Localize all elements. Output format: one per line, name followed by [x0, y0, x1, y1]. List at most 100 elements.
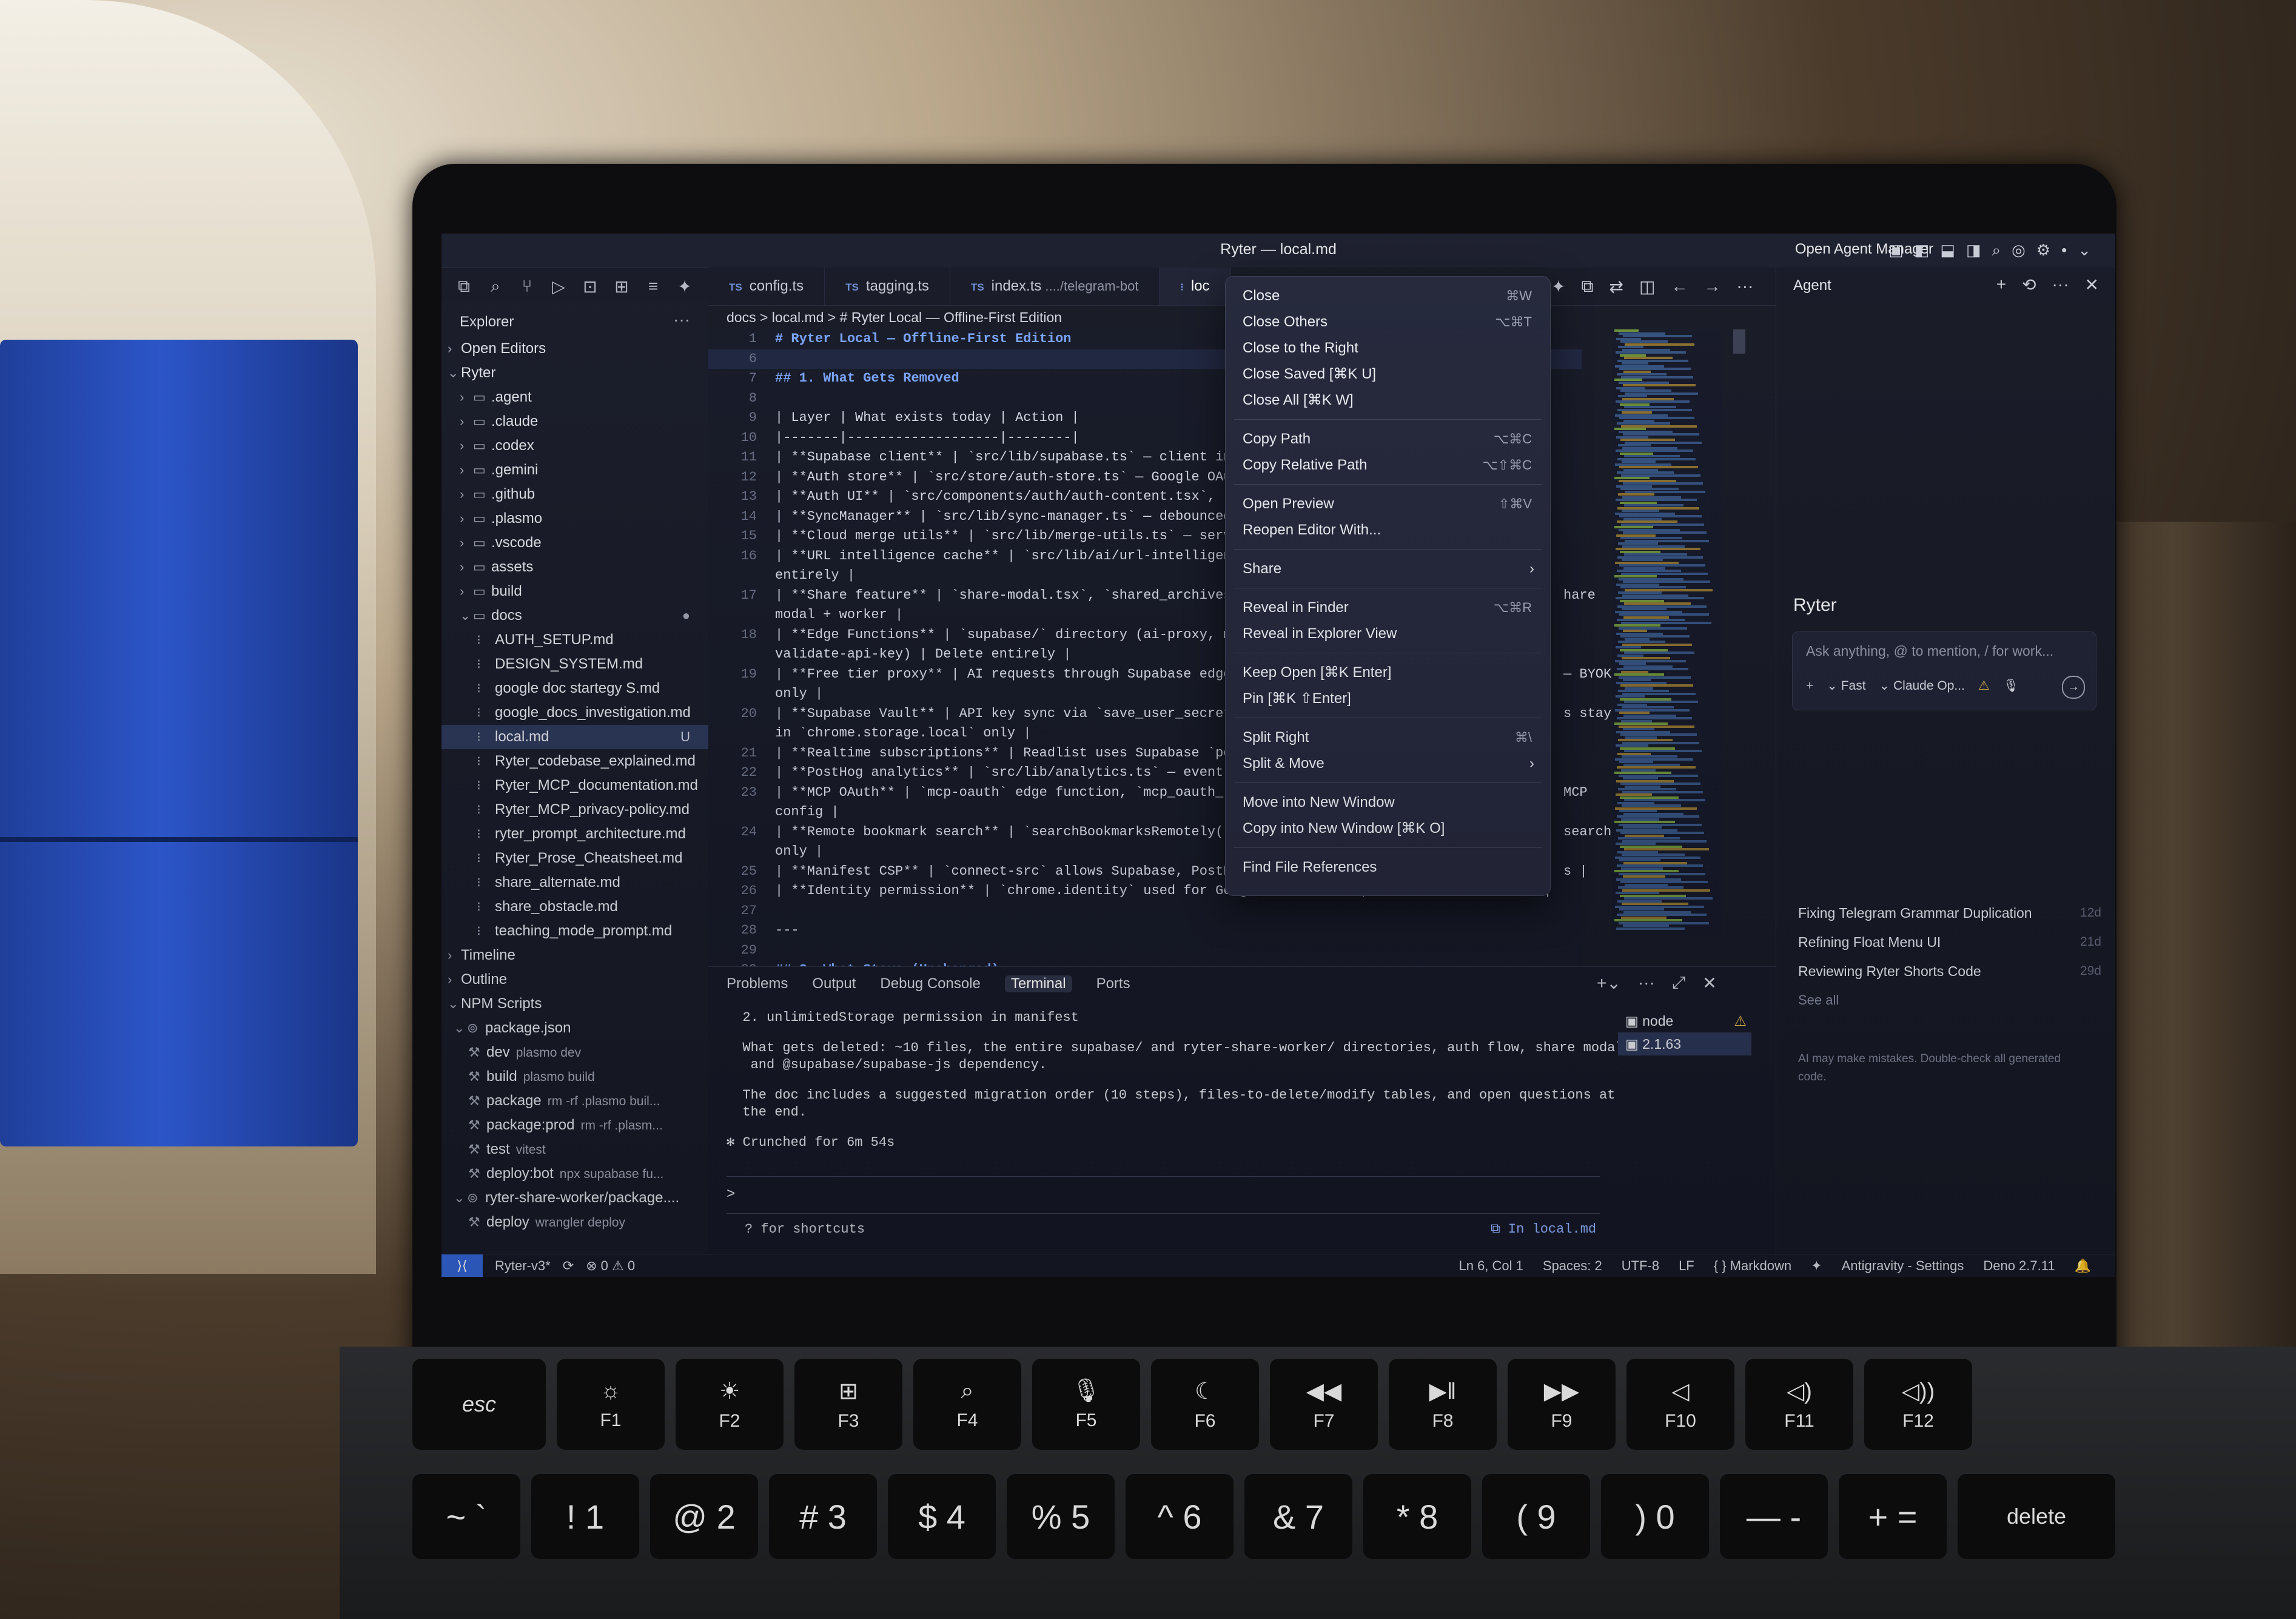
minimap[interactable] [1612, 329, 1721, 936]
file-item[interactable]: ⁝ google_docs_investigation.md [441, 701, 708, 725]
context-menu-item[interactable]: Close All [⌘K W] [1226, 387, 1550, 413]
send-button[interactable]: → [2062, 676, 2085, 699]
more-actions-icon[interactable]: ··· [673, 310, 690, 329]
run-debug-icon[interactable]: ▷ [549, 277, 568, 297]
outline-section[interactable]: › Outline [441, 968, 708, 992]
folder-item[interactable]: › ▭ assets [441, 555, 708, 579]
context-menu-item[interactable]: Pin [⌘K ⇧Enter] [1226, 685, 1550, 712]
context-menu-item[interactable]: Reveal in Explorer View [1226, 621, 1550, 647]
conversation-item[interactable]: Reviewing Ryter Shorts Code 29d [1798, 957, 2101, 986]
close-icon[interactable]: ✕ [2085, 275, 2099, 295]
editor-tab[interactable]: ⁝ loc [1160, 268, 1231, 305]
toggle-aux-bar-icon[interactable]: ◨ [1966, 241, 1981, 260]
more-icon[interactable]: ··· [1638, 973, 1655, 993]
extensions-icon[interactable]: ⊞ [613, 277, 631, 297]
layout-icon[interactable]: ▣ [1888, 241, 1904, 260]
file-item[interactable]: ⁝ local.md U [441, 725, 708, 749]
toggle-panel-icon[interactable]: ⬓ [1940, 241, 1955, 260]
context-menu-item[interactable]: Close to the Right [1226, 335, 1550, 361]
file-item[interactable]: ⁝ AUTH_SETUP.md [441, 628, 708, 652]
context-menu-item[interactable]: Reopen Editor With... [1226, 517, 1550, 543]
more-icon[interactable]: ··· [1736, 277, 1753, 296]
agent-icon[interactable]: ✦ [676, 277, 694, 297]
model-select[interactable]: ⌄ Claude Op... [1879, 678, 1965, 693]
toggle-sidebar-icon[interactable]: ◧ [1915, 241, 1930, 260]
terminal-instance[interactable]: ▣ node ⚠ [1618, 1009, 1751, 1032]
npm-script-item[interactable]: ⚒ package rm -rf .plasmo buil... [441, 1089, 708, 1113]
worker-package-node[interactable]: ⌄ ⊚ ryter-share-worker/package.... [441, 1186, 708, 1210]
docs-folder[interactable]: ⌄ ▭ docs ● [441, 604, 708, 628]
file-item[interactable]: ⁝ share_obstacle.md [441, 895, 708, 919]
editor-scrollbar[interactable] [1733, 329, 1745, 354]
agent-chat-input[interactable]: Ask anything, @ to mention, / for work..… [1792, 631, 2096, 710]
file-item[interactable]: ⁝ Ryter_MCP_privacy-policy.md [441, 798, 708, 822]
conversation-item[interactable]: Fixing Telegram Grammar Duplication 12d [1798, 898, 2101, 927]
context-menu-item[interactable]: Share › [1226, 556, 1550, 582]
breadcrumb[interactable]: docs > local.md > # Ryter Local — Offlin… [727, 305, 1062, 329]
panel-tab[interactable]: Debug Console [880, 975, 980, 992]
root-folder[interactable]: ⌄ Ryter [441, 361, 708, 385]
bell-icon[interactable]: 🔔 [2075, 1254, 2091, 1277]
encoding[interactable]: UTF-8 [1622, 1254, 1659, 1277]
new-terminal-icon[interactable]: +⌄ [1597, 973, 1621, 993]
file-item[interactable]: ⁝ Ryter_codebase_explained.md [441, 749, 708, 773]
npm-script-item[interactable]: ⚒ package:prod rm -rf .plasm... [441, 1113, 708, 1137]
folder-item[interactable]: › ▭ .plasmo [441, 507, 708, 531]
end-of-line[interactable]: LF [1679, 1254, 1694, 1277]
folder-item[interactable]: › ▭ build [441, 579, 708, 604]
sparkle-icon[interactable]: ✦ [1811, 1254, 1822, 1277]
compare-icon[interactable]: ⇄ [1609, 277, 1623, 297]
terminal-instance[interactable]: ▣ 2.1.63 [1618, 1032, 1751, 1055]
account-icon[interactable]: ◎ [2012, 241, 2026, 260]
context-menu-item[interactable]: Close Saved [⌘K U] [1226, 361, 1550, 387]
open-editors-section[interactable]: › Open Editors [441, 337, 708, 361]
editor-tab[interactable]: TS config.ts [708, 268, 825, 305]
source-control-icon[interactable]: ⑂ [518, 277, 536, 296]
panel-tab[interactable]: Output [812, 975, 856, 992]
npm-script-item[interactable]: ⚒ build plasmo build [441, 1065, 708, 1089]
file-item[interactable]: ⁝ ryter_prompt_architecture.md [441, 822, 708, 846]
file-item[interactable]: ⁝ DESIGN_SYSTEM.md [441, 652, 708, 676]
problems-indicator[interactable]: ⊗ 0 ⚠ 0 [586, 1254, 635, 1277]
context-menu-item[interactable]: Reveal in Finder ⌥⌘R [1226, 594, 1550, 621]
testing-icon[interactable]: ≡ [644, 277, 662, 296]
timeline-section[interactable]: › Timeline [441, 943, 708, 968]
package-json-node[interactable]: ⌄ ⊚ package.json [441, 1016, 708, 1040]
remote-icon[interactable]: ⊡ [581, 277, 599, 297]
folder-item[interactable]: › ▭ .vscode [441, 531, 708, 555]
settings-indicator[interactable]: Antigravity - Settings [1842, 1254, 1964, 1277]
context-menu-item[interactable]: Keep Open [⌘K Enter] [1226, 659, 1550, 685]
context-menu-item[interactable]: Copy into New Window [⌘K O] [1226, 815, 1550, 841]
notification-icon[interactable]: • [2061, 241, 2067, 260]
search-icon[interactable]: ⌕ [1992, 241, 2001, 260]
context-menu-item[interactable]: Close Others ⌥⌘T [1226, 309, 1550, 335]
maximize-panel-icon[interactable]: ⤢ [1672, 973, 1685, 993]
more-icon[interactable]: ··· [2052, 275, 2069, 295]
file-item[interactable]: ⁝ Ryter_Prose_Cheatsheet.md [441, 846, 708, 870]
mode-select[interactable]: ⌄ Fast [1827, 678, 1865, 693]
branch-indicator[interactable]: Ryter-v3* [495, 1254, 551, 1277]
folder-item[interactable]: › ▭ .codex [441, 434, 708, 458]
close-icon[interactable]: ✕ [1702, 973, 1716, 993]
gear-icon[interactable]: ⚙ [2036, 241, 2050, 260]
split-editor-icon[interactable]: ◫ [1639, 277, 1655, 297]
forward-icon[interactable]: → [1704, 277, 1720, 296]
npm-script-item[interactable]: ⚒ dev plasmo dev [441, 1040, 708, 1065]
context-menu-item[interactable]: Split Right ⌘\ [1226, 724, 1550, 750]
chevron-down-icon[interactable]: ⌄ [2078, 241, 2091, 260]
open-changes-icon[interactable]: ⧉ [1581, 277, 1593, 297]
panel-tab[interactable]: Ports [1096, 975, 1130, 992]
sparkle-icon[interactable]: ✦ [1551, 277, 1565, 297]
file-item[interactable]: ⁝ google doc startegy S.md [441, 676, 708, 701]
editor-tab[interactable]: TS index.ts ..../telegram-bot [950, 268, 1160, 305]
remote-indicator-icon[interactable]: ⟩⟨ [441, 1254, 483, 1277]
panel-tab[interactable]: Problems [727, 975, 788, 992]
microphone-icon[interactable]: 🎙 [2003, 679, 2019, 693]
npm-script-item[interactable]: ⚒ test vitest [441, 1137, 708, 1162]
language-mode[interactable]: { } Markdown [1714, 1254, 1791, 1277]
context-menu-item[interactable]: Move into New Window [1226, 789, 1550, 815]
cursor-position[interactable]: Ln 6, Col 1 [1458, 1254, 1523, 1277]
context-menu-item[interactable]: Split & Move › [1226, 750, 1550, 776]
conversation-item[interactable]: Refining Float Menu UI 21d [1798, 927, 2101, 957]
folder-item[interactable]: › ▭ .github [441, 482, 708, 507]
